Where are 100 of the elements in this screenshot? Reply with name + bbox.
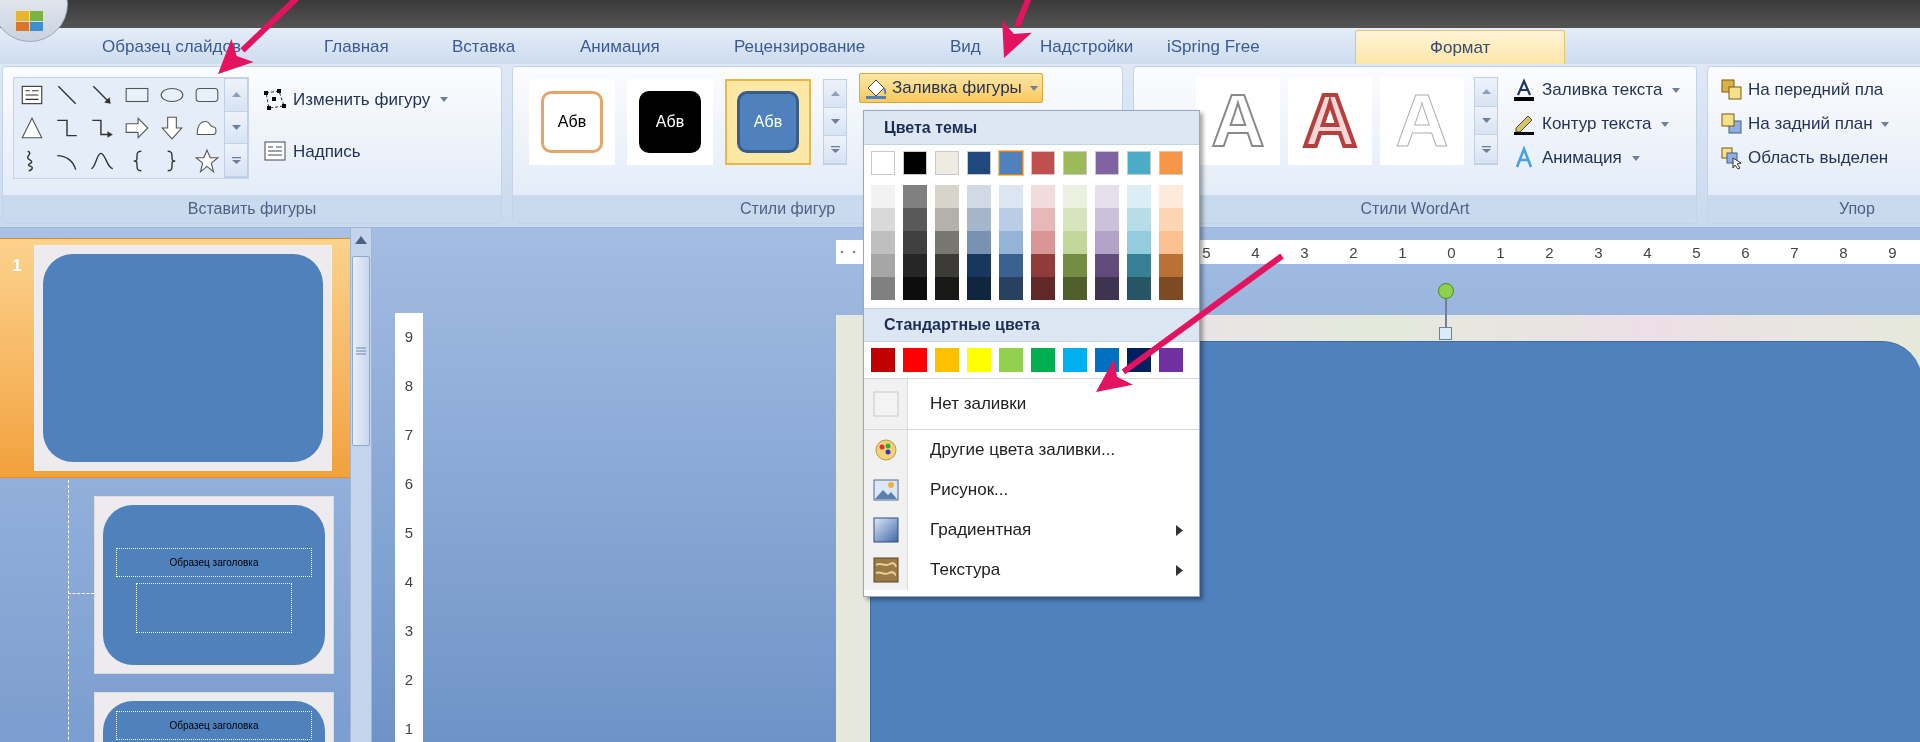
color-shade-swatch[interactable] <box>1063 277 1087 300</box>
color-shade-swatch[interactable] <box>1159 277 1183 300</box>
color-swatch[interactable] <box>999 151 1023 175</box>
color-swatch[interactable] <box>903 151 927 175</box>
rotation-handle[interactable] <box>1438 283 1454 299</box>
color-shade-swatch[interactable] <box>967 208 991 231</box>
down-arrow-icon[interactable] <box>158 115 185 141</box>
shape-style-option[interactable]: Абв <box>627 79 713 165</box>
scroll-down-button[interactable] <box>1475 106 1497 136</box>
color-shade-swatch[interactable] <box>903 208 927 231</box>
color-shade-swatch[interactable] <box>1095 277 1119 300</box>
shape-style-option[interactable]: Абв <box>725 79 811 165</box>
menu-item[interactable]: Градиентная <box>908 510 1199 550</box>
color-swatch[interactable] <box>1031 151 1055 175</box>
color-shade-swatch[interactable] <box>903 231 927 254</box>
right-arrow-icon[interactable] <box>123 115 150 141</box>
more-button[interactable] <box>225 144 247 177</box>
ribbon-tab[interactable]: Анимация <box>580 30 660 64</box>
color-shade-swatch[interactable] <box>935 254 959 277</box>
color-swatch[interactable] <box>1031 348 1055 372</box>
color-shade-swatch[interactable] <box>999 254 1023 277</box>
color-shade-swatch[interactable] <box>871 185 895 208</box>
color-shade-swatch[interactable] <box>1127 254 1151 277</box>
color-shade-swatch[interactable] <box>1095 254 1119 277</box>
color-shade-swatch[interactable] <box>1031 254 1055 277</box>
color-shade-swatch[interactable] <box>1063 185 1087 208</box>
ribbon-button[interactable]: Надпись <box>263 138 449 164</box>
menu-item[interactable]: Нет заливки <box>908 379 1199 429</box>
color-swatch[interactable] <box>967 151 991 175</box>
menu-item[interactable]: Другие цвета заливки... <box>908 430 1199 470</box>
ribbon-tab[interactable]: Надстройки <box>1040 30 1134 64</box>
ribbon-tab[interactable]: iSpring Free <box>1167 30 1260 64</box>
color-shade-swatch[interactable] <box>871 277 895 300</box>
color-shade-swatch[interactable] <box>999 231 1023 254</box>
color-shade-swatch[interactable] <box>1095 231 1119 254</box>
color-shade-swatch[interactable] <box>967 231 991 254</box>
color-swatch[interactable] <box>1159 151 1183 175</box>
menu-item[interactable]: Текстура <box>908 550 1199 590</box>
color-shade-swatch[interactable] <box>1031 231 1055 254</box>
color-shade-swatch[interactable] <box>1063 254 1087 277</box>
color-swatch[interactable] <box>871 151 895 175</box>
color-shade-swatch[interactable] <box>1127 231 1151 254</box>
slide-thumbnail[interactable] <box>34 245 332 471</box>
color-swatch[interactable] <box>1159 348 1183 372</box>
color-shade-swatch[interactable] <box>1159 254 1183 277</box>
color-shade-swatch[interactable] <box>903 185 927 208</box>
color-shade-swatch[interactable] <box>1095 208 1119 231</box>
ribbon-button[interactable]: На передний пла <box>1720 77 1889 103</box>
scroll-up-icon[interactable] <box>355 236 367 244</box>
menu-item[interactable]: Рисунок... <box>908 470 1199 510</box>
color-swatch[interactable] <box>1063 151 1087 175</box>
color-shade-swatch[interactable] <box>1127 208 1151 231</box>
color-shade-swatch[interactable] <box>1063 231 1087 254</box>
ribbon-button[interactable]: Изменить фигуру <box>263 87 449 113</box>
color-shade-swatch[interactable] <box>1127 277 1151 300</box>
shape-fill-button[interactable]: Заливка фигуры <box>859 73 1043 103</box>
ribbon-button[interactable]: Анимация <box>1512 145 1681 171</box>
color-shade-swatch[interactable] <box>999 185 1023 208</box>
color-shade-swatch[interactable] <box>967 277 991 300</box>
scroll-down-button[interactable] <box>824 108 846 136</box>
color-swatch[interactable] <box>871 348 895 372</box>
color-shade-swatch[interactable] <box>1031 208 1055 231</box>
ribbon-button[interactable]: Контур текста <box>1512 111 1681 137</box>
ribbon-tab[interactable]: Вид <box>950 30 981 64</box>
ribbon-button[interactable]: На задний план <box>1720 111 1889 137</box>
slide-thumbnail[interactable]: Образец заголовка <box>94 496 334 674</box>
color-swatch[interactable] <box>999 348 1023 372</box>
color-shade-swatch[interactable] <box>1031 277 1055 300</box>
ribbon-tab[interactable]: Главная <box>324 30 389 64</box>
color-shade-swatch[interactable] <box>1159 185 1183 208</box>
color-shade-swatch[interactable] <box>1031 185 1055 208</box>
color-shade-swatch[interactable] <box>999 277 1023 300</box>
color-shade-swatch[interactable] <box>935 231 959 254</box>
color-swatch[interactable] <box>1095 348 1119 372</box>
scroll-up-button[interactable] <box>225 79 247 112</box>
color-shade-swatch[interactable] <box>999 208 1023 231</box>
color-swatch[interactable] <box>903 348 927 372</box>
color-shade-swatch[interactable] <box>935 185 959 208</box>
scroll-up-button[interactable] <box>824 80 846 108</box>
color-shade-swatch[interactable] <box>967 254 991 277</box>
color-shade-swatch[interactable] <box>903 277 927 300</box>
resize-handle[interactable] <box>1439 327 1452 340</box>
color-shade-swatch[interactable] <box>967 185 991 208</box>
color-shade-swatch[interactable] <box>935 277 959 300</box>
ribbon-tab[interactable]: Рецензирование <box>734 30 866 64</box>
slide-thumbnail[interactable]: Образец заголовка <box>94 692 334 742</box>
color-shade-swatch[interactable] <box>935 208 959 231</box>
star-icon[interactable] <box>193 148 220 175</box>
color-shade-swatch[interactable] <box>1127 185 1151 208</box>
color-shade-swatch[interactable] <box>871 208 895 231</box>
color-shade-swatch[interactable] <box>1159 231 1183 254</box>
scroll-down-button[interactable] <box>225 111 247 145</box>
ribbon-tab[interactable]: Формат <box>1355 30 1566 64</box>
scroll-up-button[interactable] <box>1475 78 1497 107</box>
color-shade-swatch[interactable] <box>871 254 895 277</box>
scrollbar-thumb[interactable] <box>352 256 370 446</box>
color-shade-swatch[interactable] <box>1095 185 1119 208</box>
ribbon-button[interactable]: Область выделен <box>1720 145 1889 171</box>
color-shade-swatch[interactable] <box>1159 208 1183 231</box>
color-swatch[interactable] <box>1127 151 1151 175</box>
